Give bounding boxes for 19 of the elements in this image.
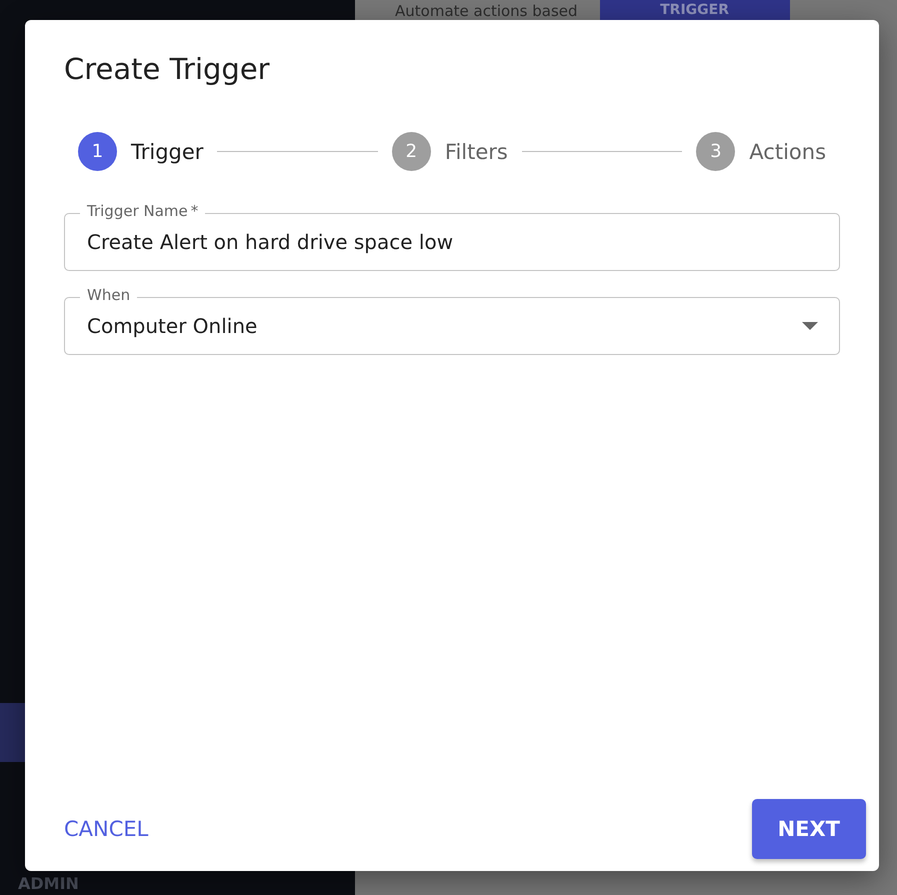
sidebar-section-title: ADMIN [18, 874, 79, 893]
dialog-title: Create Trigger [64, 52, 271, 86]
step-label: Trigger [131, 140, 204, 164]
required-mark: * [190, 202, 198, 220]
step-label: Actions [749, 140, 826, 164]
step-number: 3 [696, 132, 736, 171]
dropdown-icon [802, 322, 818, 330]
field-value: Create Alert on hard drive space low [87, 230, 454, 254]
step-label: Filters [444, 140, 508, 164]
input-field[interactable]: Trigger Name * Create Alert on hard drive space low [64, 202, 840, 271]
trigger-button[interactable]: TRIGGER [600, 0, 790, 20]
step-number: 2 [392, 132, 431, 171]
step-number: 1 [78, 132, 117, 171]
field-label: Trigger Name * [80, 202, 206, 220]
cancel-button[interactable]: CANCEL [52, 809, 160, 849]
next-button[interactable]: NEXT [752, 799, 866, 859]
select-field[interactable]: When Computer Online [64, 286, 840, 355]
page-description: Automate actions based [395, 1, 578, 20]
field-value: Computer Online [87, 314, 258, 338]
